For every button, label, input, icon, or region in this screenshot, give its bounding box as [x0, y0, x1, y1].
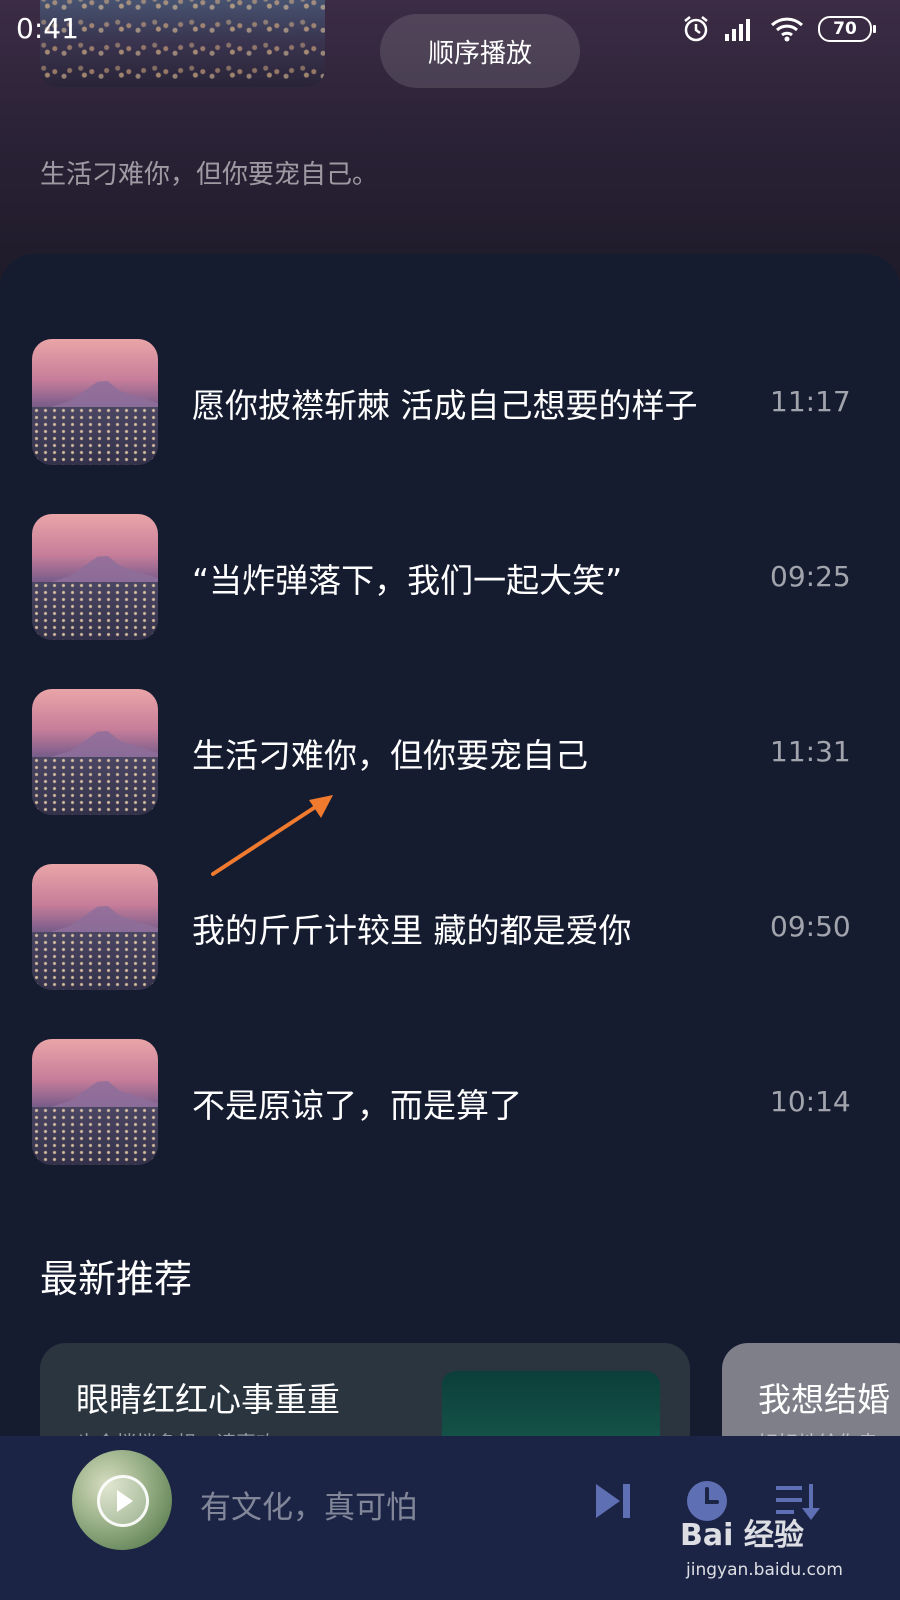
list-item[interactable]: 我的斤斤计较里 藏的都是爱你 09:50: [0, 864, 900, 990]
item-title: 不是原谅了，而是算了: [192, 1086, 522, 1125]
cover-thumbnail: [32, 1039, 158, 1165]
list-item[interactable]: 不是原谅了，而是算了 10:14: [0, 1039, 900, 1165]
now-playing-title[interactable]: 有文化，真可怕: [200, 1482, 417, 1527]
item-title: 生活刁难你，但你要宠自己: [192, 736, 588, 775]
item-time: 09:25: [770, 560, 851, 593]
cover-thumbnail: [32, 864, 158, 990]
watermark-url: jingyan.baidu.com: [686, 1560, 843, 1580]
watermark-logo: Bai 经验: [680, 1518, 804, 1553]
annotation-arrow-icon: [211, 795, 333, 876]
recommend-card-title: 眼睛红红心事重重: [76, 1380, 340, 1419]
watermark: Bai 经验 jingyan.baidu.com: [680, 1510, 880, 1590]
next-icon[interactable]: [590, 1478, 636, 1524]
play-icon[interactable]: [97, 1475, 149, 1527]
cover-thumbnail: [32, 339, 158, 465]
item-title: 愿你披襟斩棘 活成自己想要的样子: [192, 386, 698, 425]
status-time: 0:41: [16, 12, 79, 45]
item-title: 我的斤斤计较里 藏的都是爱你: [192, 911, 632, 950]
item-time: 10:14: [770, 1085, 851, 1118]
signal-icon: [725, 19, 750, 41]
list-item[interactable]: 愿你披襟斩棘 活成自己想要的样子 11:17: [0, 339, 900, 465]
section-title-recommend: 最新推荐: [40, 1257, 193, 1301]
cover-thumbnail: [32, 514, 158, 640]
album-cover-image: [40, 0, 325, 87]
list-item[interactable]: “当炸弹落下，我们一起大笑” 09:25: [0, 514, 900, 640]
item-time: 09:50: [770, 910, 851, 943]
play-order-button[interactable]: 顺序播放: [380, 14, 580, 88]
wifi-icon: [770, 17, 804, 42]
cover-thumbnail: [32, 689, 158, 815]
item-title: “当炸弹落下，我们一起大笑”: [192, 561, 623, 600]
item-time: 11:31: [770, 735, 851, 768]
list-item[interactable]: 生活刁难你，但你要宠自己 11:31: [0, 689, 900, 815]
item-time: 11:17: [770, 385, 851, 418]
recommend-card-title: 我想结婚: [758, 1380, 890, 1419]
status-icons: 70: [682, 14, 876, 44]
battery-icon: 70: [818, 16, 876, 42]
header-subtitle: 生活刁难你，但你要宠自己。: [40, 160, 379, 190]
now-playing-cover[interactable]: [72, 1450, 172, 1550]
alarm-icon: [684, 16, 708, 42]
